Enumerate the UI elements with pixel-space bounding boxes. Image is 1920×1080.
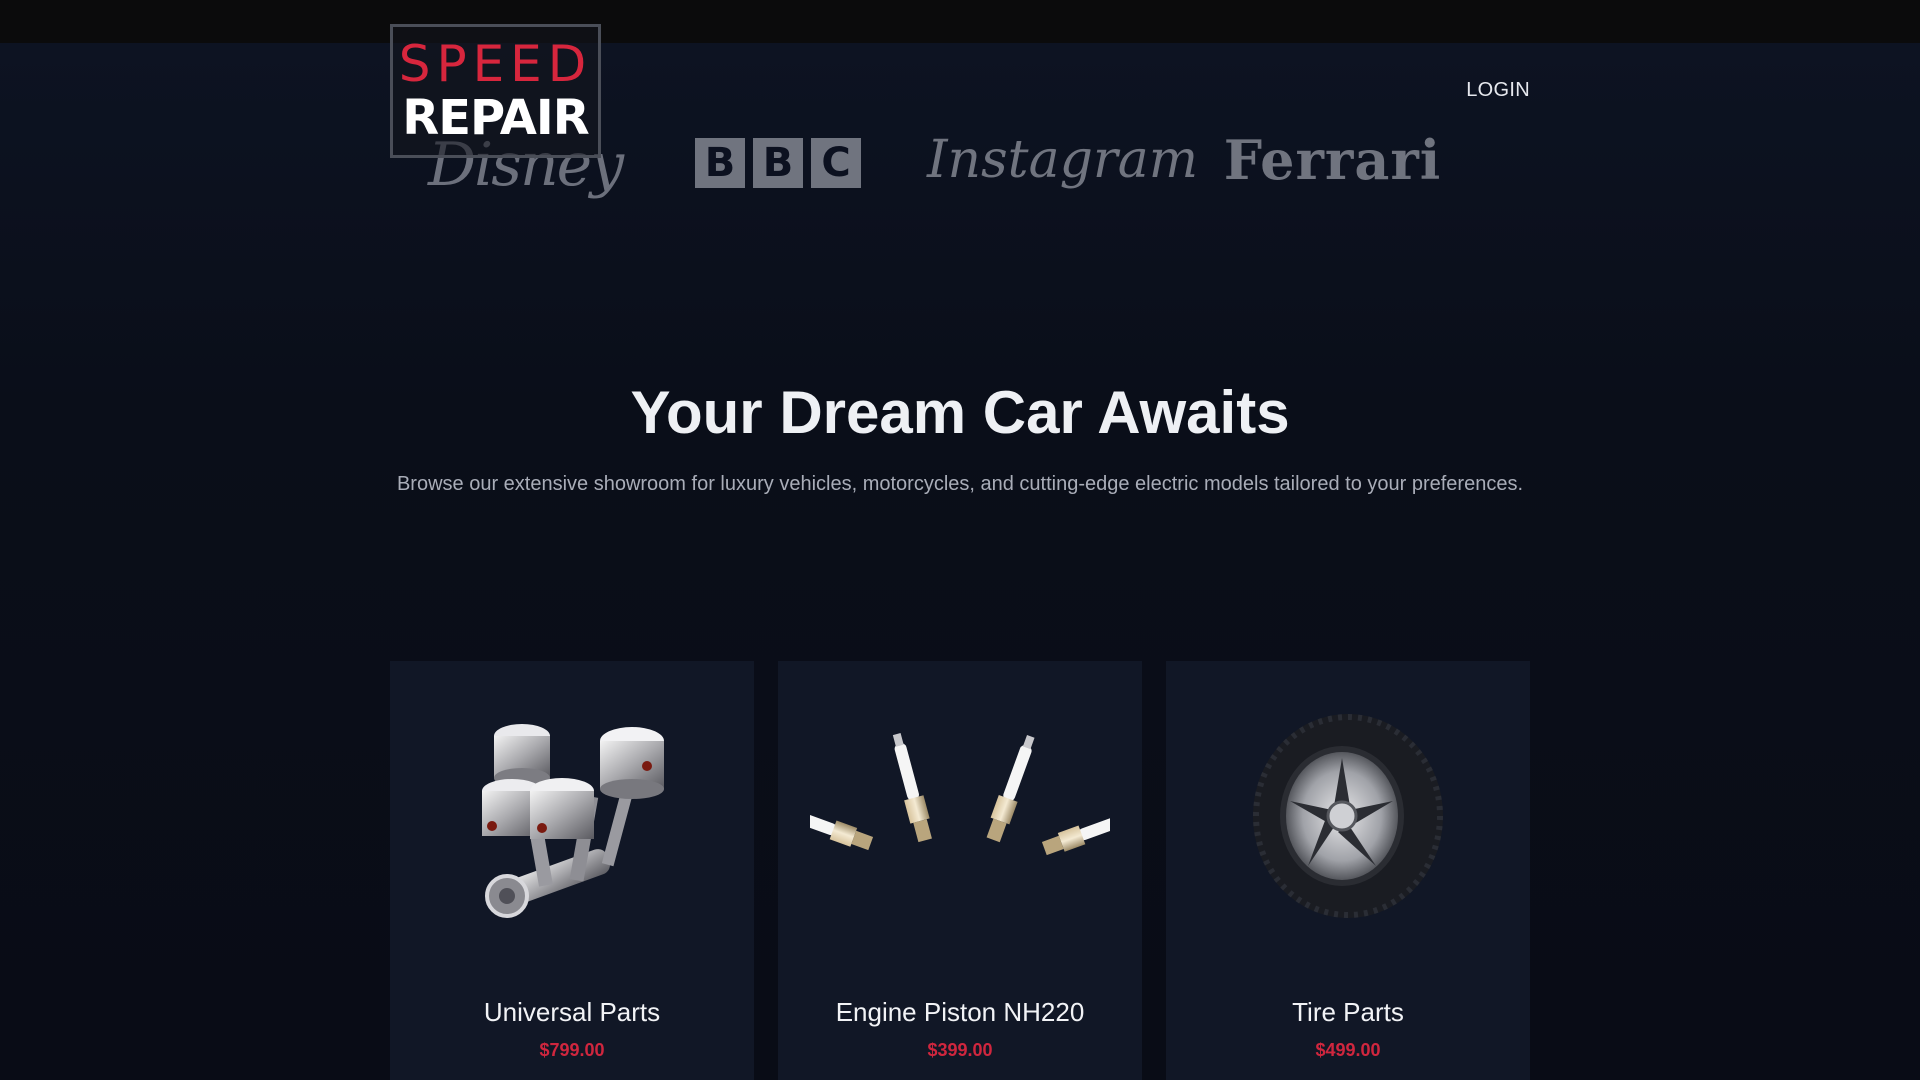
- bbc-letter-1: B: [695, 138, 745, 188]
- product-card[interactable]: Universal Parts $799.00: [390, 661, 754, 1080]
- product-price: $399.00: [927, 1040, 993, 1060]
- hero-subtitle: Browse our extensive showroom for luxury…: [396, 473, 1524, 495]
- product-card[interactable]: Tire Parts $499.00: [1166, 661, 1530, 1080]
- product-card[interactable]: Engine Piston NH220 $399.00: [778, 661, 1142, 1080]
- hero-title: Your Dream Car Awaits: [630, 379, 1290, 446]
- logo-text-speed: SPEED: [398, 35, 593, 93]
- product-name: Tire Parts: [1292, 997, 1404, 1027]
- brand-instagram-text: Instagram: [926, 130, 1199, 190]
- tire-wheel-image[interactable]: [1166, 691, 1530, 941]
- brand-instagram-logo: Instagram: [927, 120, 1198, 200]
- bbc-letter-3: C: [811, 138, 861, 188]
- spark-plugs-image[interactable]: [778, 691, 1142, 941]
- engine-pistons-image[interactable]: [390, 691, 754, 941]
- brand-ferrari-logo: Ferrari: [1223, 125, 1442, 195]
- product-grid: Universal Parts $799.00 Engine Piston NH…: [390, 661, 1530, 1080]
- product-price: $499.00: [1315, 1040, 1381, 1060]
- product-price: $799.00: [539, 1040, 605, 1060]
- site-logo[interactable]: SPEED REPAIR: [390, 24, 601, 158]
- product-name: Engine Piston NH220: [835, 997, 1085, 1027]
- logo-text-repair: REPAIR: [402, 90, 589, 146]
- bbc-letter-2: B: [753, 138, 803, 188]
- login-link[interactable]: LOGIN: [1466, 79, 1530, 102]
- main-container: Disney B B C Instagram Ferrari SPEED REP…: [390, 0, 1530, 1080]
- brand-bbc-logo: B B C: [693, 137, 863, 189]
- product-name: Universal Parts: [483, 997, 661, 1027]
- brand-ferrari-text: Ferrari: [1223, 128, 1442, 192]
